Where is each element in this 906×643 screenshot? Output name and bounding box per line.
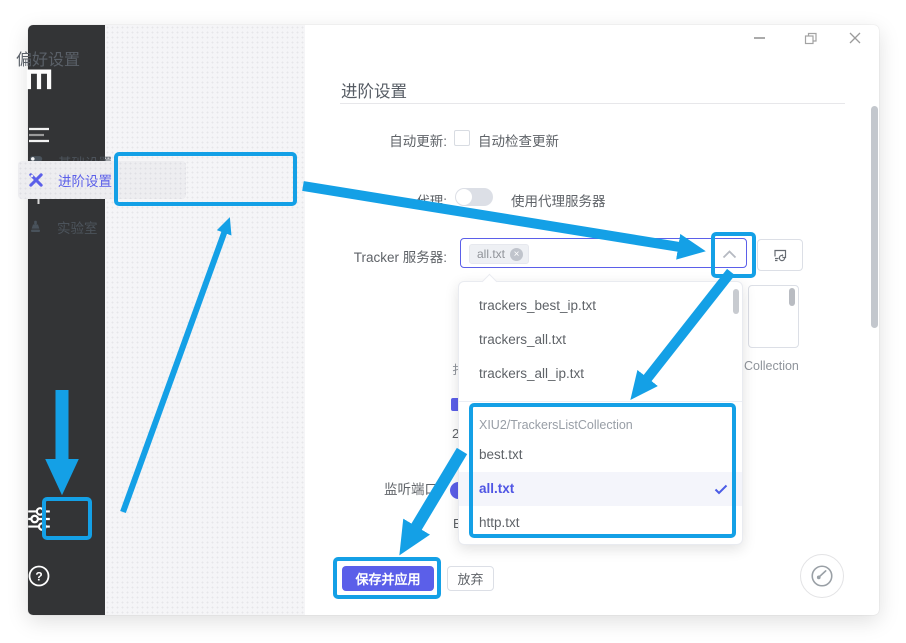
tag-close-icon[interactable]: × (510, 248, 523, 261)
proxy-toggle[interactable] (455, 188, 493, 206)
dropdown-item[interactable]: trackers_all.txt (459, 323, 742, 357)
proxy-toggle-label: 使用代理服务器 (511, 190, 606, 210)
auto-update-label: 自动更新: (300, 130, 447, 150)
dropdown-group-label: XIU2/TrackersListCollection (459, 412, 742, 438)
menu-item-label: 进阶设置 (58, 170, 112, 190)
tracker-tag-label: all.txt (477, 247, 505, 261)
m-logo-icon (24, 68, 54, 90)
close-button[interactable] (848, 31, 862, 45)
dropdown-item[interactable]: trackers_all_ip.txt (459, 357, 742, 391)
proxy-label: 代理: (300, 190, 447, 210)
toggle-knob (456, 189, 472, 205)
maximize-button[interactable] (803, 31, 817, 45)
main-scrollbar[interactable] (871, 106, 878, 328)
page-title: 进阶设置 (341, 78, 407, 102)
engine-speed-button[interactable] (800, 554, 844, 598)
menu-item-lab[interactable]: 实验室 (18, 208, 186, 246)
chevron-up-icon[interactable] (722, 250, 737, 259)
sync-trackers-button[interactable] (757, 239, 803, 271)
restore-icon (804, 32, 817, 45)
menu-item-advanced-settings[interactable]: 进阶设置 (18, 161, 186, 199)
textarea-scrollbar[interactable] (789, 288, 795, 306)
motrix-logo (0, 68, 77, 90)
dropdown-item-selected[interactable]: all.txt (459, 472, 742, 506)
title-divider (340, 103, 845, 104)
tracker-label: Tracker 服务器: (300, 246, 447, 266)
sync-list-icon (772, 247, 788, 263)
dropdown-divider (459, 401, 742, 402)
tracker-dropdown: trackers_best_ip.txt trackers_all.txt tr… (458, 281, 743, 545)
close-icon (849, 32, 861, 44)
dropdown-item[interactable]: trackers_best_ip.txt (459, 289, 742, 323)
discard-button[interactable]: 放弃 (447, 566, 494, 591)
dropdown-item[interactable]: best.txt (459, 438, 742, 472)
auto-update-checkbox-label: 自动检查更新 (478, 130, 559, 150)
hint-fragment-collection: Collection (744, 359, 799, 373)
sidebar-item-help[interactable]: ? (0, 564, 77, 588)
minimize-icon (754, 37, 765, 39)
help-icon: ? (27, 564, 51, 588)
tracker-select-input[interactable]: all.txt × (460, 238, 747, 268)
auto-update-checkbox[interactable] (454, 130, 470, 146)
check-icon (714, 484, 728, 495)
dropdown-item[interactable]: http.txt (459, 506, 742, 540)
sliders-icon (26, 506, 52, 532)
svg-text:?: ? (35, 570, 42, 584)
tools-icon (28, 172, 44, 188)
sidebar-item-task-list[interactable] (0, 127, 77, 143)
speedometer-icon (809, 563, 835, 589)
tracker-list-textarea[interactable] (748, 285, 799, 348)
save-apply-button[interactable]: 保存并应用 (342, 566, 434, 591)
preferences-panel (105, 25, 305, 615)
task-list-icon (28, 127, 50, 143)
preferences-title: 偏好设置 (16, 46, 80, 70)
tracker-tag: all.txt × (469, 244, 529, 264)
sidebar-item-preferences[interactable] (0, 506, 77, 532)
menu-item-label: 实验室 (57, 217, 98, 237)
lab-icon (28, 219, 43, 235)
minimize-button[interactable] (752, 31, 766, 45)
listen-port-label: 监听端口 (384, 478, 438, 498)
app-root: ? 偏好设置 基础设置 进阶设置 实验室 进阶设置 自动更新: (0, 0, 906, 643)
